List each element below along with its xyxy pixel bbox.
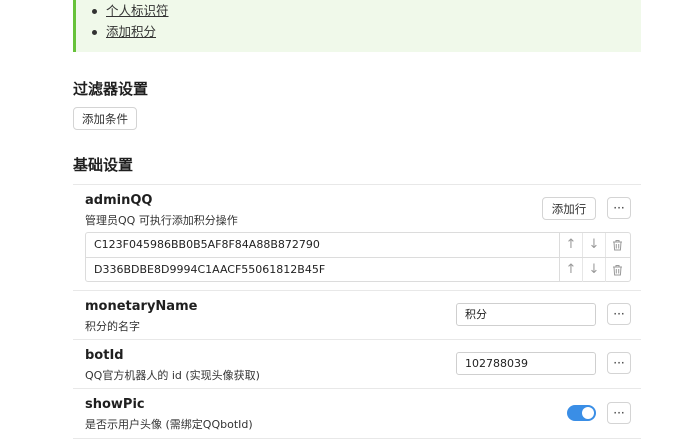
divider: [73, 339, 641, 340]
adminqq-table: C123F045986BB0B5AF8F84A88B872790 ↑ ↓ D33…: [85, 232, 631, 282]
showpic-toggle[interactable]: [567, 405, 596, 421]
divider: [73, 388, 641, 389]
add-row-button[interactable]: 添加行: [542, 197, 596, 220]
trash-icon[interactable]: [606, 233, 629, 257]
trash-icon[interactable]: [606, 258, 629, 282]
link-add-points[interactable]: 添加积分: [106, 24, 156, 39]
adminqq-more-button[interactable]: ···: [607, 197, 631, 219]
showpic-more-button[interactable]: ···: [607, 402, 631, 424]
showpic-name: showPic: [85, 397, 145, 412]
botid-name: botId: [85, 348, 124, 363]
botid-desc: QQ官方机器人的 id (实现头像获取): [85, 369, 260, 382]
link-personal-identifier[interactable]: 个人标识符: [106, 3, 169, 18]
adminqq-name: adminQQ: [85, 193, 153, 208]
divider: [73, 290, 641, 291]
monetaryname-more-button[interactable]: ···: [607, 303, 631, 325]
divider: [73, 184, 641, 185]
arrow-up-icon[interactable]: ↑: [560, 233, 583, 257]
basic-section-title: 基础设置: [73, 156, 134, 174]
toggle-knob: [582, 407, 594, 419]
arrow-down-icon[interactable]: ↓: [583, 233, 606, 257]
tip-link-list: 个人标识符 添加积分: [92, 0, 169, 42]
list-item: 添加积分: [92, 22, 169, 42]
botid-more-button[interactable]: ···: [607, 352, 631, 374]
arrow-up-icon[interactable]: ↑: [560, 258, 583, 282]
botid-input[interactable]: 102788039: [456, 352, 596, 375]
showpic-desc: 是否示用户头像 (需绑定QQbotId): [85, 418, 253, 431]
filter-section-title: 过滤器设置: [73, 80, 149, 98]
table-row: D336BDBE8D9994C1AACF55061812B45F ↑ ↓: [86, 257, 630, 282]
divider: [73, 438, 641, 439]
adminqq-desc: 管理员QQ 可执行添加积分操作: [85, 214, 238, 227]
arrow-down-icon[interactable]: ↓: [583, 258, 606, 282]
table-cell-value[interactable]: C123F045986BB0B5AF8F84A88B872790: [86, 233, 560, 257]
monetaryname-desc: 积分的名字: [85, 320, 140, 333]
monetaryname-input[interactable]: 积分: [456, 303, 596, 326]
table-row: C123F045986BB0B5AF8F84A88B872790 ↑ ↓: [86, 233, 630, 257]
table-cell-value[interactable]: D336BDBE8D9994C1AACF55061812B45F: [86, 258, 560, 282]
tip-box: 个人标识符 添加积分: [73, 0, 641, 52]
add-condition-button[interactable]: 添加条件: [73, 107, 137, 130]
list-item: 个人标识符: [92, 1, 169, 21]
monetaryname-name: monetaryName: [85, 299, 198, 314]
